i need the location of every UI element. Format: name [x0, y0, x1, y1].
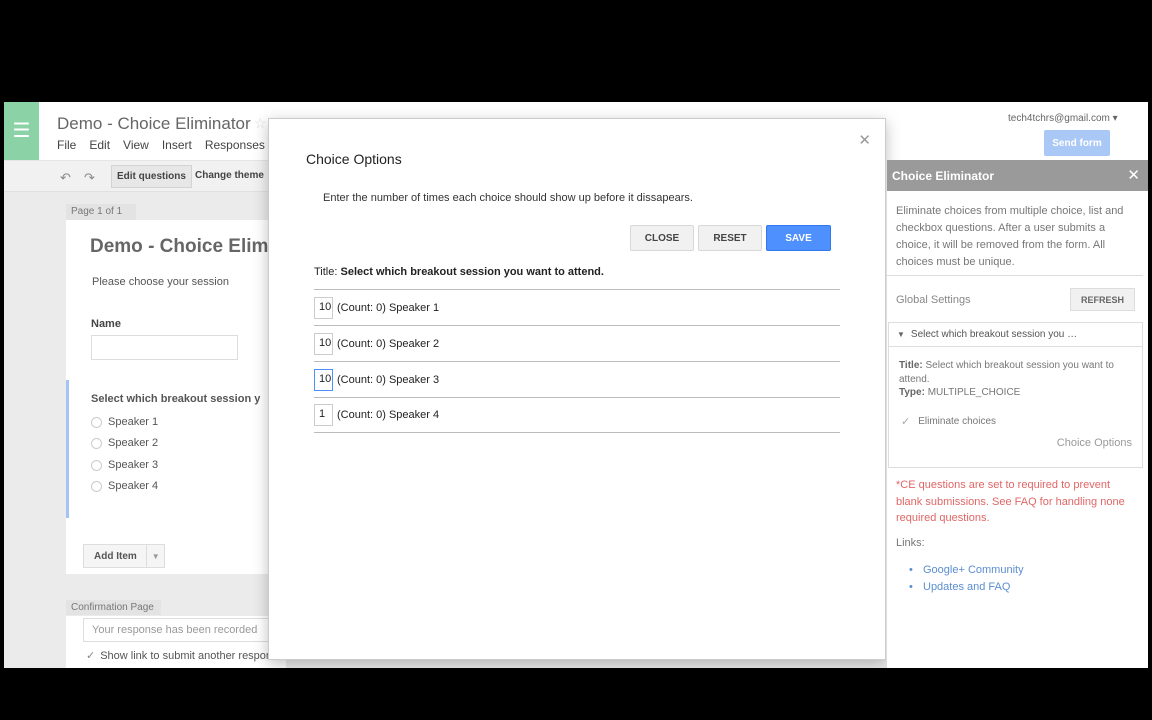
- choice-label: (Count: 0) Speaker 4: [337, 409, 440, 421]
- forms-window: ☰ Demo - Choice Eliminator ☆ File Edit V…: [4, 102, 1148, 668]
- eliminate-label: Eliminate choices: [918, 416, 997, 427]
- choice-options-dialog: ✕ Choice Options Enter the number of tim…: [268, 118, 886, 660]
- option-speaker-1[interactable]: Speaker 1: [91, 416, 158, 428]
- confirmation-page-label: Confirmation Page: [66, 600, 161, 615]
- dialog-title: Choice Options: [306, 151, 402, 167]
- choice-row: 1 (Count: 0) Speaker 4: [314, 397, 840, 433]
- form-title[interactable]: Demo - Choice Elimi: [90, 236, 274, 258]
- account-email: tech4tchrs@gmail.com: [1008, 113, 1110, 124]
- sidebar-title: Choice Eliminator: [892, 169, 995, 183]
- name-question-label: Name: [91, 318, 121, 330]
- count-input-speaker-4[interactable]: 1: [314, 404, 333, 426]
- session-question[interactable]: Select which breakout session y Speaker …: [66, 380, 286, 518]
- add-item-label: Add Item: [94, 550, 137, 562]
- change-theme-button[interactable]: Change theme: [195, 170, 264, 181]
- forms-app-icon[interactable]: ☰: [4, 102, 39, 160]
- edit-questions-button[interactable]: Edit questions: [111, 165, 192, 188]
- eliminate-choices-checkbox[interactable]: ✓ Eliminate choices: [901, 415, 996, 428]
- divider: [887, 275, 1143, 276]
- links-label: Links:: [896, 537, 925, 549]
- chevron-down-icon[interactable]: ▼: [146, 545, 164, 567]
- type-label: Type:: [899, 387, 925, 398]
- link-google-community[interactable]: Google+ Community: [909, 562, 1024, 579]
- menu-insert[interactable]: Insert: [162, 138, 192, 152]
- radio-icon: [91, 416, 102, 428]
- option-label: Speaker 3: [108, 459, 159, 471]
- checkmark-icon: ✓: [901, 416, 911, 428]
- dialog-instructions: Enter the number of times each choice sh…: [323, 192, 693, 204]
- page-label: Page 1 of 1: [66, 204, 136, 220]
- save-button[interactable]: SAVE: [766, 225, 831, 251]
- undo-icon[interactable]: ↶: [60, 170, 71, 186]
- radio-icon: [91, 480, 102, 492]
- show-link-checkbox[interactable]: ✓ Show link to submit another response: [86, 649, 284, 662]
- option-label: Speaker 2: [108, 437, 159, 449]
- links-list: Google+ Community Updates and FAQ: [909, 562, 1024, 596]
- reset-button[interactable]: RESET: [698, 225, 762, 251]
- choice-row: 10 (Count: 0) Speaker 1: [314, 289, 840, 325]
- menu-responses[interactable]: Responses: [205, 138, 265, 152]
- question-panel-header[interactable]: ▼ Select which breakout session you …: [889, 323, 1142, 347]
- screen-border: [0, 668, 1152, 720]
- question-panel: ▼ Select which breakout session you … Tit…: [888, 322, 1143, 468]
- menu-view[interactable]: View: [123, 138, 149, 152]
- radio-icon: [91, 459, 102, 471]
- choice-row: 10 (Count: 0) Speaker 2: [314, 325, 840, 361]
- option-speaker-4[interactable]: Speaker 4: [91, 480, 158, 492]
- dialog-question-title: Title: Select which breakout session you…: [314, 266, 604, 278]
- sidebar-description: Eliminate choices from multiple choice, …: [896, 205, 1124, 268]
- radio-icon: [91, 437, 102, 449]
- global-settings-label: Global Settings: [896, 294, 971, 306]
- confirmation-message-input[interactable]: Your response has been recorded: [83, 618, 283, 642]
- send-form-button[interactable]: Send form: [1044, 130, 1110, 156]
- menu-edit[interactable]: Edit: [89, 138, 110, 152]
- type-value: MULTIPLE_CHOICE: [927, 387, 1021, 398]
- triangle-down-icon: ▼: [897, 330, 905, 339]
- question-title-text: Select which breakout session you want t…: [340, 266, 604, 278]
- name-input[interactable]: [91, 335, 238, 360]
- choice-row: 10 (Count: 0) Speaker 3: [314, 361, 840, 397]
- panel-question-type: Type: MULTIPLE_CHOICE: [899, 387, 1020, 398]
- choice-label: (Count: 0) Speaker 3: [337, 373, 440, 386]
- title-label: Title:: [899, 360, 923, 371]
- sidebar-header: Choice Eliminator ✕: [887, 160, 1148, 191]
- form-description[interactable]: Please choose your session: [92, 276, 229, 288]
- count-input-speaker-3[interactable]: 10: [314, 368, 333, 391]
- checkmark-icon: ✓: [86, 650, 96, 662]
- menu-file[interactable]: File: [57, 138, 76, 152]
- count-input-speaker-2[interactable]: 10: [314, 332, 333, 355]
- panel-header-text: Select which breakout session you …: [910, 329, 1078, 340]
- option-speaker-3[interactable]: Speaker 3: [91, 459, 158, 471]
- choice-options-link[interactable]: Choice Options: [1057, 437, 1132, 449]
- count-input-speaker-1[interactable]: 10: [314, 296, 333, 319]
- close-icon[interactable]: ✕: [1127, 166, 1140, 184]
- document-title[interactable]: Demo - Choice Eliminator: [57, 114, 251, 134]
- form-card: Demo - Choice Elimi Please choose your s…: [66, 220, 286, 574]
- title-prefix: Title:: [314, 266, 338, 278]
- show-link-label: Show link to submit another response: [100, 650, 284, 662]
- menu-lines-icon: ☰: [12, 120, 31, 142]
- required-warning: *CE questions are set to required to pre…: [896, 479, 1125, 524]
- choice-eliminator-sidebar: Choice Eliminator ✕ Eliminate choices fr…: [886, 160, 1148, 668]
- panel-question-title: Title: Select which breakout session you…: [899, 359, 1129, 387]
- menu-bar: File Edit View Insert Responses: [57, 138, 278, 152]
- confirmation-card: Your response has been recorded ✓ Show li…: [66, 616, 286, 668]
- option-label: Speaker 1: [108, 416, 159, 428]
- star-icon[interactable]: ☆: [254, 115, 267, 132]
- account-menu[interactable]: tech4tchrs@gmail.com ▾: [1008, 113, 1118, 124]
- redo-icon[interactable]: ↷: [84, 170, 95, 186]
- option-label: Speaker 4: [108, 480, 159, 492]
- title-value: Select which breakout session you want t…: [899, 360, 1114, 385]
- option-speaker-2[interactable]: Speaker 2: [91, 437, 158, 449]
- session-question-title: Select which breakout session y: [91, 393, 261, 405]
- close-icon[interactable]: ✕: [858, 131, 871, 149]
- chevron-down-icon: ▾: [1112, 113, 1118, 124]
- add-item-button[interactable]: Add Item ▼: [83, 544, 165, 568]
- link-updates-faq[interactable]: Updates and FAQ: [909, 579, 1024, 596]
- choice-label: (Count: 0) Speaker 1: [337, 301, 440, 314]
- choice-label: (Count: 0) Speaker 2: [337, 337, 440, 350]
- refresh-button[interactable]: REFRESH: [1070, 288, 1135, 311]
- close-button[interactable]: CLOSE: [630, 225, 694, 251]
